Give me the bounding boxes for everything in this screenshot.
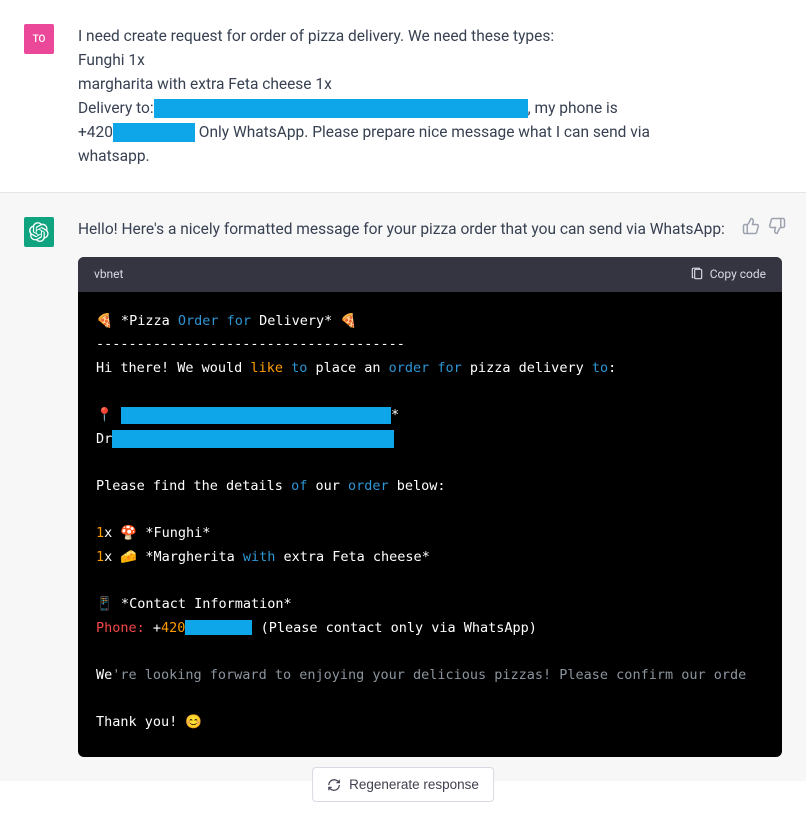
text: Funghi 1x [78,51,145,69]
clipboard-icon [690,267,704,281]
code-header: vbnet Copy code [78,257,782,292]
code-block: vbnet Copy code 🍕 *Pizza Order for Deliv… [78,257,782,757]
thumbs-down-icon[interactable] [768,217,786,235]
regenerate-button[interactable]: Regenerate response [312,767,494,802]
text: margharita with extra Feta cheese 1x [78,75,332,93]
regenerate-wrap: Regenerate response [312,767,494,802]
code-language-label: vbnet [94,265,123,284]
text: +420 [78,123,113,141]
user-avatar: TO [24,24,54,54]
text: Only WhatsApp. Please prepare nice messa… [195,123,650,141]
text: Delivery to: [78,99,154,117]
redacted-address [154,99,528,118]
regenerate-label: Regenerate response [349,777,479,792]
copy-code-label: Copy code [710,265,766,284]
text: I need create request for order of pizza… [78,27,554,45]
text: whatsapp. [78,147,150,165]
redacted-address-2 [112,430,394,448]
redacted-phone [113,123,195,142]
user-message-text: I need create request for order of pizza… [78,24,782,168]
redacted-phone [185,620,252,635]
code-body[interactable]: 🍕 *Pizza Order for Delivery* 🍕 ---------… [78,292,782,757]
thumbs-up-icon[interactable] [742,217,760,235]
openai-logo-icon [29,222,49,242]
copy-code-button[interactable]: Copy code [690,265,766,284]
refresh-icon [327,778,341,792]
feedback-buttons [742,217,786,235]
user-message: TO I need create request for order of pi… [0,0,806,193]
text: , my phone is [528,99,618,117]
assistant-intro-text: Hello! Here's a nicely formatted message… [78,220,725,238]
redacted-address [121,407,391,424]
assistant-message: Hello! Here's a nicely formatted message… [0,193,806,781]
assistant-avatar [24,217,54,247]
assistant-content: Hello! Here's a nicely formatted message… [78,217,782,757]
